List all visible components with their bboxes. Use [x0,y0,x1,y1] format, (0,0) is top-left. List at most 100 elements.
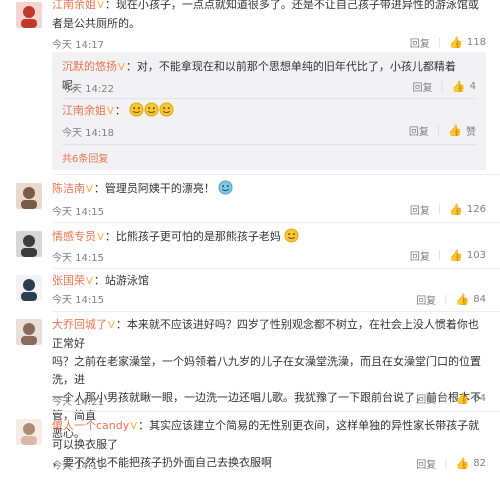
reply-item: 江南余姐V： 今天 14:18 回复 | 👍 赞 [62,102,476,146]
like-count: 4 [469,81,476,92]
reply-body: ： [114,104,126,117]
reply-text: 江南余姐V： [62,102,476,121]
avatar[interactable] [16,419,42,445]
smiley-icon [284,228,299,243]
thumbs-up-icon[interactable]: 👍 [449,249,463,262]
comment-time: 今天 14:21 [52,397,104,408]
comment-time: 今天 14:15 [52,253,104,264]
comment-item: 大乔回城了V：本来就不应该进好吗？四岁了性别观念都不树立，在社会上没人惯着你也正… [0,313,500,440]
smiley-icon [218,180,233,195]
reply-button[interactable]: 回复 [410,35,430,50]
like-label: 赞 [466,127,476,138]
comment-actions: 回复 | 👍 84 [416,292,486,307]
reply-item: 沉默的悠扬V：对，不能拿现在和以前那个思想单纯的旧年代比了，小孩儿都精着呢。 今… [62,58,476,100]
thumbs-up-icon[interactable]: 👍 [449,203,463,216]
thumbs-up-icon[interactable]: 👍 [449,36,463,49]
avatar[interactable] [16,319,42,345]
reply-button[interactable]: 回复 [410,202,430,217]
divider [62,144,476,145]
smiley-icon [144,102,159,117]
comment-text: 情感专员V：比熊孩子更可怕的是那熊孩子老妈 [52,228,486,247]
avatar[interactable] [16,2,42,28]
reply-button[interactable]: 回复 [416,456,436,471]
divider [52,411,500,412]
reply-actions: 回复 | 👍 赞 [409,123,476,138]
reply-time: 今天 14:18 [62,128,114,139]
comment-item: 情感专员V：比熊孩子更可怕的是那熊孩子老妈 今天 14:15 回复 | 👍 103 [0,223,500,269]
like-count: 82 [473,458,486,469]
divider: | [437,250,442,261]
comment-author[interactable]: 江南余姐 [52,0,96,11]
comment-author[interactable]: 傻人一个candy [52,419,129,432]
avatar[interactable] [16,183,42,209]
reply-button[interactable]: 回复 [416,391,436,406]
reply-author[interactable]: 江南余姐 [62,104,106,117]
divider: | [440,81,444,92]
reply-author[interactable]: 沉默的悠扬 [62,60,117,73]
comment-actions: 回复 | 👍 84 [416,391,486,406]
vip-badge-icon: V [130,421,138,432]
comment-text: 陈洁南V：管理员阿姨干的漂亮！ [52,180,486,199]
reply-time: 今天 14:22 [62,84,114,95]
comment-body: ：现在小孩子，一点点就知道很多了。还是不让自己孩子带进异性的游泳馆或者是公共厕所… [52,0,479,30]
comment-time: 今天 14:17 [52,40,104,51]
avatar[interactable] [16,275,42,301]
comment-item: 陈洁南V：管理员阿姨干的漂亮！ 今天 14:15 回复 | 👍 126 [0,177,500,225]
divider: | [444,294,448,305]
comment-author[interactable]: 情感专员 [52,230,96,243]
thumbs-up-icon[interactable]: 👍 [456,457,470,470]
comment-author[interactable]: 张国荣 [52,274,85,287]
comment-body-line: 吗？之前在老家澡堂，一个妈领着八九岁的儿子在女澡堂洗澡，而且在女澡堂门口的位置洗… [52,355,481,386]
reply-button[interactable]: 回复 [416,292,436,307]
divider [62,98,476,99]
reply-button[interactable]: 回复 [409,123,429,138]
comment-body: ：站游泳馆 [93,274,149,287]
reply-button[interactable]: 回复 [413,79,433,94]
smiley-icon [159,102,174,117]
thumbs-up-icon[interactable]: 👍 [448,124,462,137]
comment-time: 今天 14:19 [52,461,104,472]
comment-actions: 回复 | 👍 126 [410,202,486,217]
comment-author[interactable]: 陈洁南 [52,182,85,195]
vip-badge-icon: V [86,184,93,195]
like-count: 126 [466,204,486,215]
comment-time: 今天 14:15 [52,207,104,218]
comment-text: 张国荣V：站游泳馆 [52,272,486,291]
vip-badge-icon: V [86,276,93,287]
comment-body-line: ：本来就不应该进好吗？四岁了性别观念都不树立，在社会上没人惯着你也正常好 [52,318,479,350]
comment-item: 张国荣V：站游泳馆 今天 14:15 回复 | 👍 84 [0,269,500,315]
vip-badge-icon: V [108,320,115,331]
comment-body: ：比熊孩子更可怕的是那熊孩子老妈 [104,230,281,243]
divider: | [444,393,448,404]
comment-item: 江南余姐V：现在小孩子，一点点就知道很多了。还是不让自己孩子带进异性的游泳馆或者… [0,0,500,175]
reply-actions: 回复 | 👍 4 [413,79,476,94]
comment-actions: 回复 | 👍 82 [416,456,486,471]
comment-body: ：管理员阿姨干的漂亮！ [93,182,215,195]
smiley-icon [129,102,144,117]
reply-button[interactable]: 回复 [410,248,430,263]
comment-time: 今天 14:15 [52,295,104,306]
reply-box: 沉默的悠扬V：对，不能拿现在和以前那个思想单纯的旧年代比了，小孩儿都精着呢。 今… [52,52,486,170]
avatar[interactable] [16,231,42,257]
divider: | [437,204,442,215]
comment-text: 江南余姐V：现在小孩子，一点点就知道很多了。还是不让自己孩子带进异性的游泳馆或者… [52,0,486,33]
more-replies-link[interactable]: 共6条回复 [62,150,108,165]
comment-author[interactable]: 大乔回城了 [52,318,107,331]
vip-badge-icon: V [107,106,114,117]
thumbs-up-icon[interactable]: 👍 [452,80,466,93]
comment-item: 傻人一个candyV：其实应该建立个简易的无性别更衣间，这样单独的异性家长带孩子… [0,413,500,483]
comment-actions: 回复 | 👍 103 [410,248,486,263]
vip-badge-icon: V [97,232,104,243]
vip-badge-icon: V [118,62,125,73]
divider: | [437,37,442,48]
divider [52,174,500,175]
comment-actions: 回复 | 👍 118 [410,35,486,50]
thumbs-up-icon[interactable]: 👍 [456,293,470,306]
like-count: 103 [466,250,486,261]
like-count: 84 [473,294,486,305]
divider: | [444,458,448,469]
vip-badge-icon: V [97,0,104,11]
thumbs-up-icon[interactable]: 👍 [456,392,470,405]
like-count: 118 [466,37,486,48]
divider: | [436,125,441,136]
